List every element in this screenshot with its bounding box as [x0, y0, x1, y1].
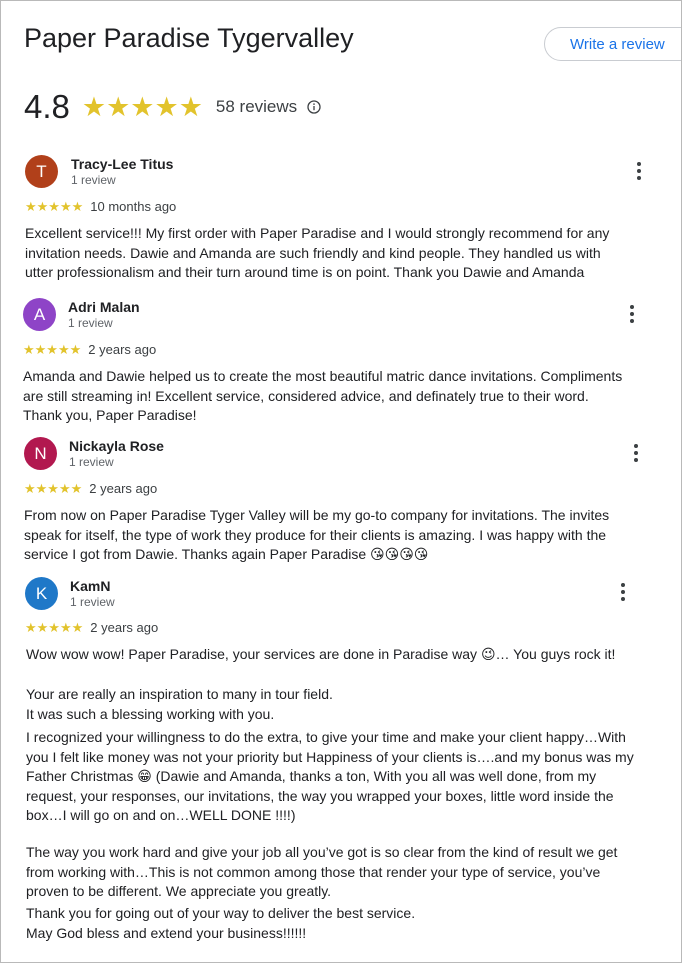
review-rating: ★★★★★ 10 months ago	[25, 199, 176, 214]
review-rating: ★★★★★ 2 years ago	[23, 342, 156, 357]
more-options-icon[interactable]	[632, 161, 646, 181]
average-rating: 4.8	[24, 88, 70, 125]
review-text-paragraph: Your are really an inspiration to many i…	[26, 686, 333, 722]
reviewer-meta: 1 review	[70, 595, 115, 609]
rating-stars-icon: ★★★★★	[25, 620, 84, 635]
review-count: 58 reviews	[215, 97, 298, 116]
review-text-paragraph: The way you work hard and give your job …	[26, 844, 618, 899]
rating-stars-icon: ★★★★★	[24, 481, 83, 496]
avatar[interactable]: A	[23, 298, 56, 331]
reviewer-meta: 1 review	[68, 316, 113, 330]
avatar-initial: K	[35, 583, 48, 603]
reviewer-name[interactable]: Nickayla Rose	[69, 438, 164, 454]
review-time: 2 years ago	[88, 342, 157, 357]
avatar[interactable]: N	[24, 437, 57, 470]
review-rating: ★★★★★ 2 years ago	[24, 481, 157, 496]
reviewer-meta: 1 review	[71, 173, 116, 187]
review-text-paragraph: Thank you for going out of your way to d…	[26, 905, 416, 921]
reviewer-name[interactable]: KamN	[70, 578, 110, 594]
write-review-button[interactable]: Write a review	[544, 27, 681, 61]
more-options-icon[interactable]	[625, 304, 639, 324]
rating-stars-icon: ★★★★★	[81, 91, 203, 122]
review-text: From now on Paper Paradise Tyger Valley …	[24, 507, 610, 562]
avatar-initial: A	[33, 304, 46, 324]
review-text-paragraph: May God bless and extend your business!!…	[26, 925, 307, 941]
review-time: 10 months ago	[90, 199, 177, 214]
review-text-paragraph: I recognized your willingness to do the …	[26, 729, 634, 823]
info-icon[interactable]	[307, 100, 321, 114]
rating-stars-icon: ★★★★★	[25, 199, 84, 214]
rating-summary: 4.8 ★★★★★ 58 reviews	[24, 88, 321, 126]
review-text: Excellent service!!! My first order with…	[25, 225, 610, 280]
review-text: Amanda and Dawie helped us to create the…	[23, 368, 623, 423]
more-options-icon[interactable]	[616, 582, 630, 602]
review-text-paragraph: Wow wow wow! Paper Paradise, your servic…	[26, 646, 616, 662]
reviews-panel: Paper Paradise Tygervalley Write a revie…	[0, 0, 682, 963]
avatar[interactable]: K	[25, 577, 58, 610]
avatar-initial: T	[36, 161, 47, 181]
reviewer-name[interactable]: Adri Malan	[68, 299, 140, 315]
avatar-initial: N	[34, 443, 47, 463]
review-rating: ★★★★★ 2 years ago	[25, 620, 158, 635]
place-title: Paper Paradise Tygervalley	[24, 23, 354, 53]
review-time: 2 years ago	[89, 481, 158, 496]
review-time: 2 years ago	[90, 620, 159, 635]
reviewer-meta: 1 review	[69, 455, 114, 469]
reviewer-name[interactable]: Tracy-Lee Titus	[71, 156, 173, 172]
more-options-icon[interactable]	[629, 443, 643, 463]
rating-stars-icon: ★★★★★	[23, 342, 82, 357]
avatar[interactable]: T	[25, 155, 58, 188]
